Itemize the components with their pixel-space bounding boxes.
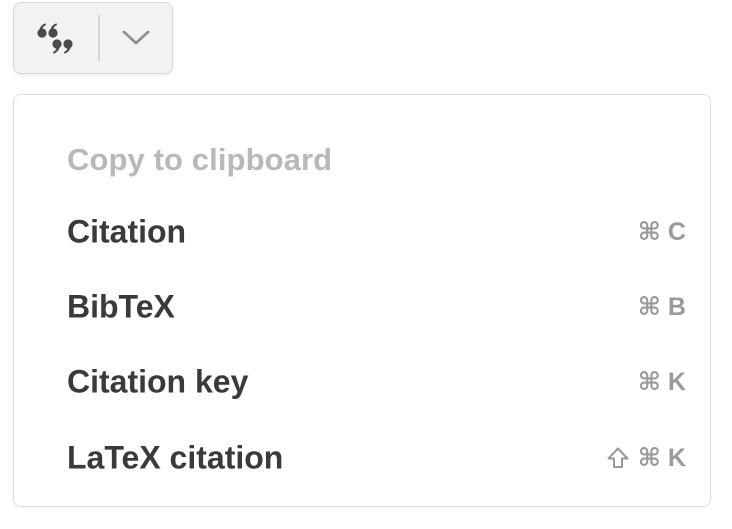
copy-menu: Copy to clipboard Citation ⌘ C BibTeX ⌘ … bbox=[13, 94, 711, 507]
menu-item-shortcut: ⌘ K bbox=[606, 443, 686, 473]
shortcut-keys: ⌘ K bbox=[637, 444, 686, 472]
menu-item-shortcut: ⌘ B bbox=[638, 292, 686, 322]
shortcut-keys: ⌘ C bbox=[637, 218, 686, 246]
cite-button[interactable] bbox=[14, 3, 98, 73]
menu-item-bibtex[interactable]: BibTeX ⌘ B bbox=[14, 272, 710, 342]
quote-icon bbox=[37, 23, 73, 54]
menu-item-citation[interactable]: Citation ⌘ C bbox=[14, 197, 710, 267]
cite-split-button[interactable] bbox=[13, 2, 173, 74]
shift-icon bbox=[606, 446, 630, 470]
menu-item-label: Citation bbox=[67, 213, 187, 250]
menu-item-latex-citation[interactable]: LaTeX citation ⌘ K bbox=[14, 423, 710, 493]
menu-item-shortcut: ⌘ K bbox=[638, 367, 686, 397]
cite-menu-toggle[interactable] bbox=[100, 3, 173, 73]
shortcut-keys: ⌘ K bbox=[637, 368, 686, 396]
menu-item-label: Citation key bbox=[67, 363, 249, 400]
chevron-down-icon bbox=[122, 30, 150, 45]
menu-item-citation-key[interactable]: Citation key ⌘ K bbox=[14, 347, 710, 417]
menu-heading: Copy to clipboard bbox=[67, 142, 333, 177]
menu-item-shortcut: ⌘ C bbox=[638, 217, 686, 247]
shortcut-keys: ⌘ B bbox=[637, 293, 686, 321]
menu-item-label: LaTeX citation bbox=[67, 439, 284, 476]
menu-item-label: BibTeX bbox=[67, 288, 175, 325]
